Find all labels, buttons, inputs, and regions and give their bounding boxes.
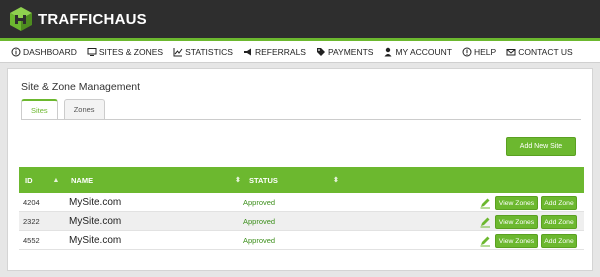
table-row: 4204 MySite.com Approved View Zones Add … [19,193,584,212]
nav-label: PAYMENTS [327,46,374,57]
brand-name: TRAFFICHAUS [38,10,147,28]
site-name: MySite.com [69,216,122,227]
nav-item-sites-zones[interactable]: SITES & ZONES [87,47,163,57]
view-zones-button[interactable]: View Zones [495,196,538,210]
tab-zones[interactable]: Zones [63,99,105,119]
nav-item-referrals[interactable]: REFERRALS [243,47,306,57]
column-label: NAME [71,175,94,185]
main-nav: DASHBOARD SITES & ZONES STATISTICS REFER… [0,41,600,63]
nav-item-dashboard[interactable]: DASHBOARD [11,47,77,57]
nav-item-contact-us[interactable]: CONTACT US [506,46,573,57]
column-label: STATUS [249,175,278,185]
site-name: MySite.com [69,197,122,208]
table-row: 4552 MySite.com Approved View Zones Add … [19,231,584,250]
edit-pencil-icon[interactable] [479,212,491,231]
site-zone-panel: Site & Zone Management Sites Zones Add N… [7,68,593,271]
nav-label: DASHBOARD [23,46,77,57]
column-header-name[interactable]: NAME [71,167,93,193]
logo[interactable]: TRAFFICHAUS [8,5,147,33]
tag-icon [316,47,326,57]
mail-icon [506,47,516,57]
top-bar: TRAFFICHAUS [0,0,600,38]
monitor-icon [87,47,97,57]
sort-icon: ▲ [52,176,60,184]
chart-icon [173,47,183,57]
user-icon [383,47,393,57]
site-id: 4204 [23,198,40,207]
tab-sites[interactable]: Sites [21,99,58,119]
status-badge: Approved [243,236,276,245]
add-zone-button[interactable]: Add Zone [541,196,577,210]
nav-label: SITES & ZONES [98,46,164,57]
nav-label: HELP [474,46,497,57]
nav-label: REFERRALS [254,46,306,57]
nav-item-payments[interactable]: PAYMENTS [316,46,374,57]
table-header: ID ▲ NAME ⬍ STATUS ⬍ [19,167,584,193]
status-badge: Approved [243,198,276,207]
sort-name[interactable]: ⬍ [231,167,241,193]
site-id: 2322 [23,217,40,226]
info-circle-icon [11,47,21,57]
column-header-status[interactable]: STATUS [249,167,278,193]
site-id: 4552 [23,236,40,245]
nav-label: MY ACCOUNT [395,46,452,57]
edit-pencil-icon[interactable] [479,231,491,250]
page-title: Site & Zone Management [21,81,141,93]
megaphone-icon [243,47,253,57]
edit-pencil-icon[interactable] [479,193,491,212]
add-zone-button[interactable]: Add Zone [541,234,577,248]
table-row: 2322 MySite.com Approved View Zones Add … [19,212,584,231]
nav-label: CONTACT US [518,46,573,57]
nav-item-my-account[interactable]: MY ACCOUNT [383,47,452,57]
sort-icon: ⬍ [333,177,339,184]
tab-divider [21,119,581,120]
cube-logo-icon [8,6,34,32]
sort-status[interactable]: ⬍ [329,167,339,193]
status-badge: Approved [243,217,276,226]
add-zone-button[interactable]: Add Zone [541,215,577,229]
help-circle-icon [462,47,472,57]
sites-table: ID ▲ NAME ⬍ STATUS ⬍ 4204 MySite.com App… [19,167,584,250]
column-label: ID [25,175,33,185]
nav-label: STATISTICS [185,46,233,57]
site-name: MySite.com [69,235,122,246]
nav-item-help[interactable]: HELP [462,47,496,57]
add-new-site-button[interactable]: Add New Site [506,137,576,156]
nav-item-statistics[interactable]: STATISTICS [173,47,233,57]
view-zones-button[interactable]: View Zones [495,215,538,229]
view-zones-button[interactable]: View Zones [495,234,538,248]
column-header-id[interactable]: ID ▲ [25,167,59,193]
sort-icon: ⬍ [235,177,241,184]
tab-bar: Sites Zones [21,99,111,119]
